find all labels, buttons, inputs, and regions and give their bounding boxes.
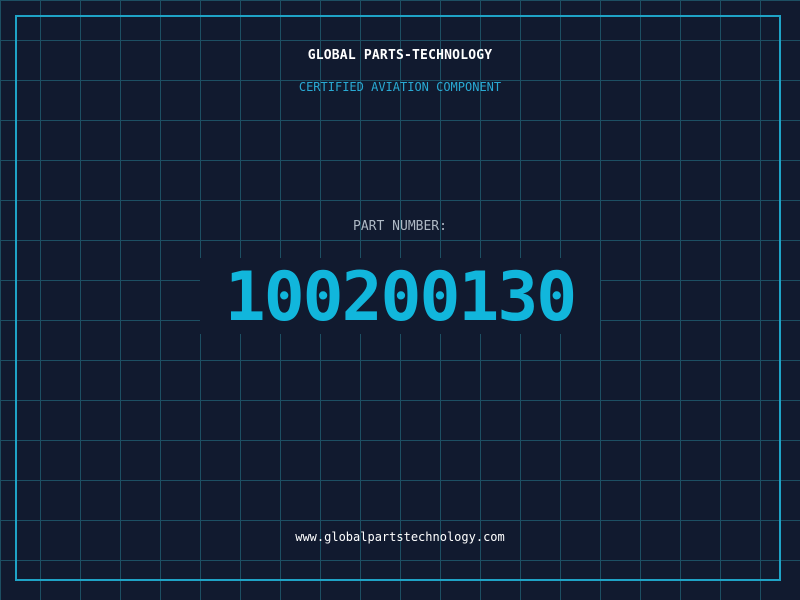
website-url: www.globalpartstechnology.com (295, 530, 505, 544)
part-number-label: PART NUMBER: (353, 219, 447, 234)
certification-tagline: CERTIFIED AVIATION COMPONENT (298, 80, 502, 94)
company-name: GLOBAL PARTS-TECHNOLOGY (307, 48, 493, 63)
part-label-sheet: GLOBAL PARTS-TECHNOLOGY CERTIFIED AVIATI… (0, 0, 800, 600)
part-number-value: 100200130 (224, 258, 577, 337)
